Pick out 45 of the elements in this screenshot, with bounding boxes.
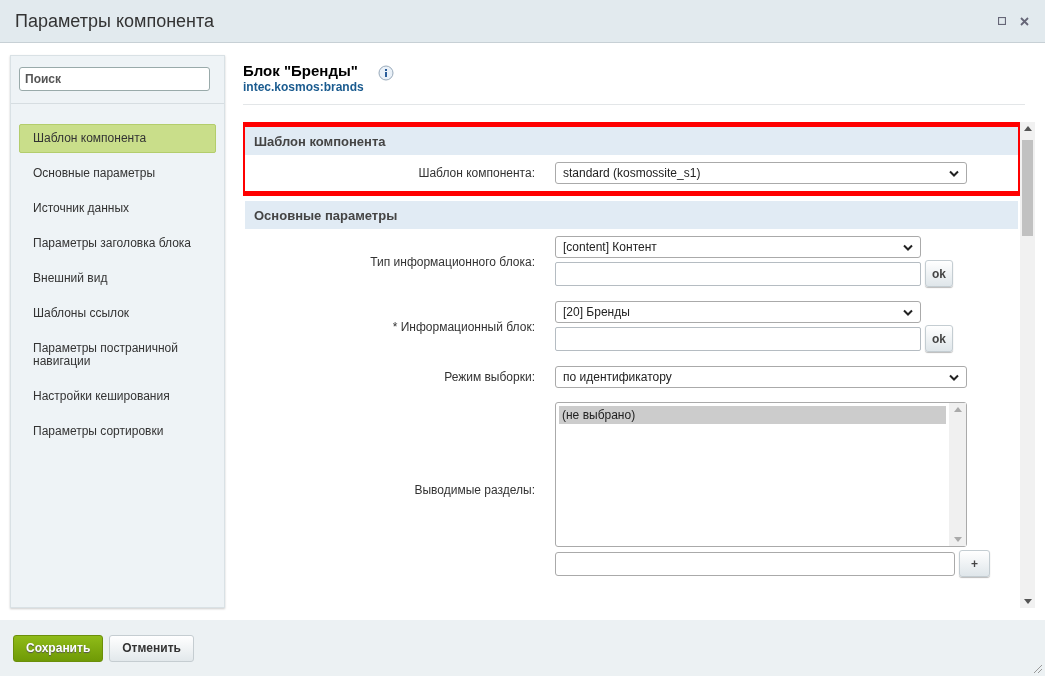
- ok-button[interactable]: ok: [925, 260, 953, 287]
- listbox[interactable]: (не выбрано): [555, 402, 967, 547]
- sidebar-item[interactable]: Параметры постраничной навигации: [19, 334, 216, 376]
- sidebar-item[interactable]: Параметры сортировки: [19, 417, 216, 446]
- input-field[interactable]: [555, 261, 921, 286]
- cancel-button[interactable]: Отменить: [109, 634, 194, 662]
- sidebar-item[interactable]: Источник данных: [19, 194, 216, 223]
- scroll-up-icon[interactable]: [1023, 126, 1032, 131]
- field-label: Тип информационного блока:: [369, 254, 535, 269]
- select-field[interactable]: standard (kosmossite_s1): [555, 162, 967, 184]
- info-icon[interactable]: [377, 65, 394, 81]
- field-label: Выводимые разделы:: [413, 482, 535, 497]
- select-field[interactable]: [20] Бренды: [555, 301, 921, 323]
- list-option[interactable]: (не выбрано): [559, 406, 946, 424]
- select-field[interactable]: по идентификатору: [555, 366, 967, 388]
- sidebar-item[interactable]: Шаблоны ссылок: [19, 299, 216, 328]
- section-header: Шаблон компонента: [245, 127, 1018, 155]
- maximize-icon[interactable]: [998, 17, 1006, 25]
- component-title: Блок "Бренды": [243, 62, 359, 79]
- scroll-down-icon[interactable]: [1023, 599, 1032, 604]
- section-header: Основные параметры: [245, 201, 1018, 229]
- close-icon[interactable]: [1020, 16, 1029, 26]
- scrollbar[interactable]: [1020, 122, 1035, 608]
- sidebar-item[interactable]: Настройки кеширования: [19, 382, 216, 411]
- field-label: * Информационный блок:: [391, 319, 535, 334]
- caret-icon: [949, 169, 959, 177]
- search-field[interactable]: Поиск: [19, 67, 210, 91]
- ok-button[interactable]: ok: [925, 325, 953, 352]
- input-field[interactable]: [555, 551, 955, 576]
- add-button[interactable]: +: [959, 550, 990, 577]
- resize-grip-icon[interactable]: [1033, 664, 1043, 674]
- window-title: Параметры компонента: [15, 10, 215, 32]
- sidebar-item[interactable]: Внешний вид: [19, 264, 216, 293]
- component-code: intec.kosmos:brands: [243, 80, 364, 94]
- field-label: Режим выборки:: [443, 370, 535, 384]
- caret-icon: [903, 243, 913, 251]
- sidebar-item[interactable]: Основные параметры: [19, 159, 216, 188]
- select-field[interactable]: [content] Контент: [555, 236, 921, 258]
- caret-icon: [949, 373, 959, 381]
- scroll-thumb[interactable]: [1022, 140, 1033, 236]
- sidebar-item[interactable]: Параметры заголовка блока: [19, 229, 216, 258]
- field-label: Шаблон компонента:: [417, 166, 535, 180]
- sidebar-item[interactable]: Шаблон компонента: [19, 124, 216, 153]
- input-field[interactable]: [555, 326, 921, 351]
- caret-icon: [903, 308, 913, 316]
